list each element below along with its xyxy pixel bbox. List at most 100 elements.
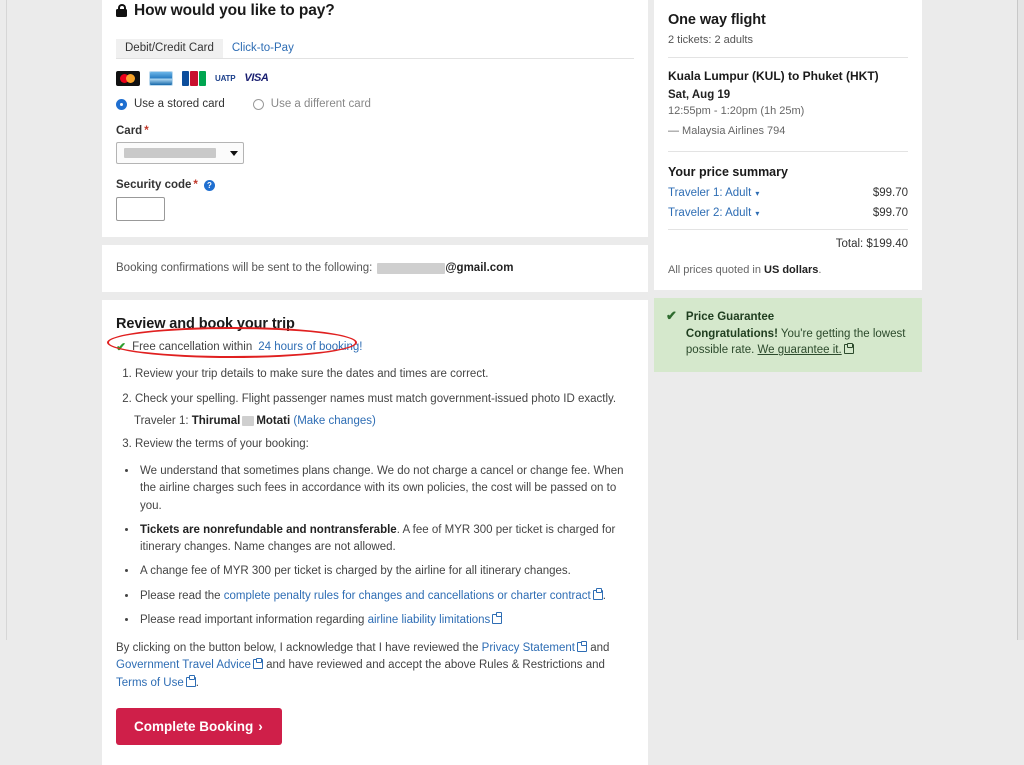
security-code-input[interactable] — [116, 197, 165, 221]
review-steps-list: Review your trip details to make sure th… — [116, 366, 634, 407]
external-link-icon — [492, 612, 503, 624]
checkout-page: How would you like to pay? Debit/Credit … — [0, 0, 1024, 765]
divider — [668, 57, 908, 58]
trip-summary-panel: One way flight 2 tickets: 2 adults Kuala… — [654, 0, 922, 290]
sidebar-column: One way flight 2 tickets: 2 adults Kuala… — [654, 0, 922, 373]
traveler-prefix: Traveler 1: — [134, 415, 189, 428]
security-code-label-text: Security code — [116, 179, 192, 191]
flight-date: Sat, Aug 19 — [668, 89, 731, 101]
email-confirmation-text: Booking confirmations will be sent to th… — [116, 262, 373, 274]
check-icon: ✔ — [666, 308, 677, 323]
page-right-gutter — [1018, 0, 1024, 640]
card-select[interactable] — [116, 142, 244, 164]
penalty-rules-link[interactable]: complete penalty rules for changes and c… — [224, 590, 591, 602]
email-address-redacted — [377, 262, 446, 274]
traveler-last-name: Motati — [256, 415, 291, 428]
traveler-row: Traveler 1: Thirumal Motati (Make changes… — [134, 415, 634, 427]
currency-suffix: . — [818, 264, 822, 276]
card-required-mark: * — [144, 125, 149, 137]
currency-note: All prices quoted in US dollars. — [668, 264, 908, 276]
email-domain: @gmail.com — [445, 262, 514, 274]
help-icon[interactable]: ? — [203, 179, 215, 191]
security-code-required-mark: * — [193, 179, 198, 191]
security-code-field-label: Security code * ? — [116, 179, 634, 191]
price-row: Traveler 1: Adult ▾ $99.70 — [668, 187, 908, 199]
review-panel: Review and book your trip ✔ Free cancell… — [102, 300, 648, 765]
payment-heading-text: How would you like to pay? — [134, 2, 335, 19]
price-row-traveler-2[interactable]: Traveler 2: Adult ▾ — [668, 207, 759, 219]
card-field-label: Card * — [116, 125, 634, 137]
page-right-border — [1017, 0, 1018, 640]
term-4-text: Please read the — [140, 589, 224, 602]
email-confirmation-panel: Booking confirmations will be sent to th… — [102, 245, 648, 292]
lock-icon — [116, 4, 127, 17]
card-selected-value-redacted — [124, 148, 216, 158]
radio-use-stored-card[interactable] — [116, 98, 127, 110]
price-guarantee-panel: ✔ Price Guarantee Congratulations! You'r… — [654, 298, 922, 373]
term-item-3: A change fee of MYR 300 per ticket is ch… — [138, 563, 634, 580]
traveler-middle-redacted — [242, 416, 255, 427]
visa-icon: VISA — [244, 72, 269, 84]
price-row-amount-2: $99.70 — [872, 207, 908, 219]
currency-prefix: All prices quoted in — [668, 264, 764, 276]
external-link-icon — [185, 675, 196, 687]
price-row-amount-1: $99.70 — [872, 187, 908, 199]
payment-method-tabs: Debit/Credit Card Click-to-Pay — [116, 36, 634, 59]
price-row-traveler-1[interactable]: Traveler 1: Adult ▾ — [668, 187, 759, 199]
chevron-down-icon: ▾ — [755, 189, 760, 198]
term-4-suffix: . — [602, 589, 606, 602]
term-2-bold: Tickets are nonrefundable and nontransfe… — [140, 523, 397, 536]
chevron-down-icon — [230, 150, 238, 156]
external-link-icon — [577, 640, 587, 653]
accepted-card-logos: UATP VISA — [116, 70, 634, 86]
payment-heading: How would you like to pay? — [116, 0, 634, 20]
price-summary-title: Your price summary — [668, 165, 788, 179]
flight-tickets: 2 tickets: 2 adults — [668, 34, 753, 46]
american-express-icon — [149, 70, 173, 86]
price-guarantee-congrats: Congratulations! — [685, 327, 778, 340]
mastercard-icon — [116, 70, 140, 86]
term-item-4: Please read the complete penalty rules f… — [138, 588, 634, 605]
chevron-down-icon: ▾ — [755, 209, 760, 218]
review-steps-list-cont: Review the terms of your booking: — [116, 436, 634, 453]
main-column: How would you like to pay? Debit/Credit … — [102, 0, 648, 765]
price-row: Traveler 2: Adult ▾ $99.70 — [668, 207, 908, 219]
check-icon: ✔ — [116, 340, 127, 354]
flight-times: 12:55pm - 1:20pm (1h 25m) — [668, 105, 805, 117]
price-total: Total: $199.40 — [835, 238, 908, 250]
chevron-right-icon: › — [258, 718, 263, 734]
terms-list: We understand that sometimes plans chang… — [116, 463, 634, 629]
divider — [668, 229, 908, 230]
radio-use-different-card[interactable] — [252, 98, 264, 110]
tab-debit-credit-card[interactable]: Debit/Credit Card — [116, 39, 223, 58]
complete-booking-button[interactable]: Complete Booking › — [116, 707, 282, 745]
review-step-1: Review your trip details to make sure th… — [135, 366, 634, 383]
government-travel-advice-link[interactable]: Government Travel Advice — [116, 659, 251, 671]
radio-use-stored-card-label: Use a stored card — [134, 98, 225, 110]
terms-of-use-link[interactable]: Terms of Use — [116, 677, 184, 689]
flight-title: One way flight — [668, 12, 766, 28]
term-item-2: Tickets are nonrefundable and nontransfe… — [138, 522, 634, 557]
term-item-5: Please read important information regard… — [138, 612, 634, 629]
price-row-label: Traveler 1: Adult — [668, 187, 752, 199]
free-cancellation-text: Free cancellation within — [132, 341, 253, 353]
free-cancellation-link[interactable]: 24 hours of booking! — [258, 341, 362, 353]
price-guarantee-title: Price Guarantee — [685, 311, 775, 323]
page-left-border — [6, 0, 7, 640]
we-guarantee-it-link[interactable]: We guarantee it. — [758, 344, 842, 356]
term-5-text: Please read important information regard… — [140, 613, 368, 626]
price-guarantee-body: Price Guarantee Congratulations! You're … — [686, 309, 909, 359]
external-link-icon — [252, 657, 263, 670]
term-3-text: A change fee of MYR 300 per ticket is ch… — [140, 565, 571, 578]
ack-part-2: and — [587, 642, 610, 655]
term-item-1: We understand that sometimes plans chang… — [138, 463, 634, 515]
card-source-radio-group: Use a stored card Use a different card — [116, 98, 634, 110]
ack-part-4: . — [195, 676, 199, 689]
privacy-statement-link[interactable]: Privacy Statement — [482, 642, 575, 654]
complete-booking-label: Complete Booking — [134, 718, 254, 734]
make-changes-link[interactable]: (Make changes) — [293, 415, 375, 427]
airline-liability-link[interactable]: airline liability limitations — [368, 614, 491, 626]
tab-click-to-pay[interactable]: Click-to-Pay — [223, 39, 303, 58]
uatp-icon: UATP — [215, 73, 236, 83]
flight-route: Kuala Lumpur (KUL) to Phuket (HKT) — [668, 69, 879, 83]
